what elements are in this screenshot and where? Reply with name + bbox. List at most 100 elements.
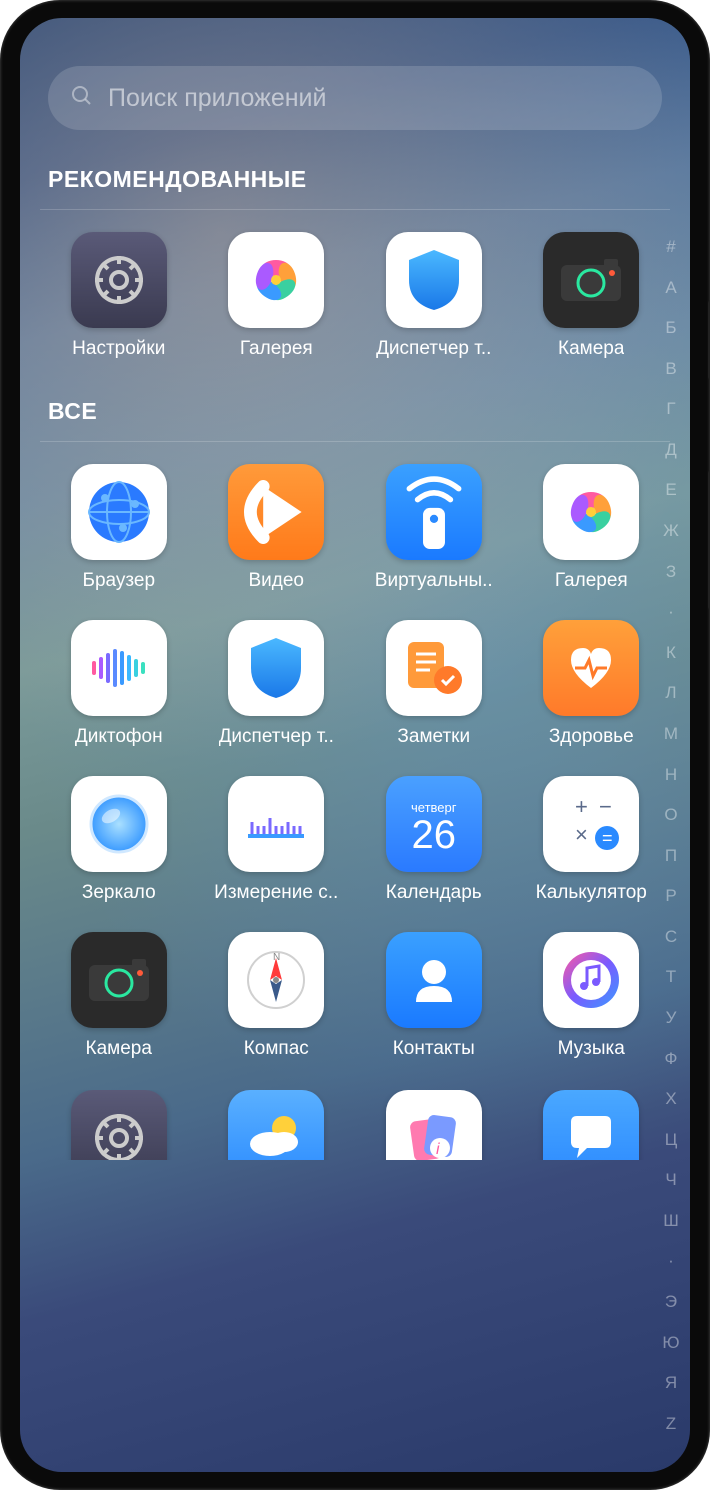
- app-camera[interactable]: Камера: [44, 932, 194, 1060]
- alpha-index-item[interactable]: Р: [665, 887, 676, 904]
- alpha-index-item[interactable]: Ш: [663, 1212, 679, 1229]
- app-ruler[interactable]: Измерение с..: [202, 776, 352, 904]
- app-label: Здоровье: [549, 726, 634, 748]
- app-notes[interactable]: Заметки: [359, 620, 509, 748]
- recorder-icon: [71, 620, 167, 716]
- alpha-index[interactable]: # А Б В Г Д Е Ж З · К Л М Н О П Р С Т У Ф Х Ц Ч Ш · Э Ю Я Z: [656, 238, 686, 1432]
- search-input[interactable]: Поиск приложений: [48, 66, 662, 130]
- alpha-index-item[interactable]: Г: [666, 400, 675, 417]
- shield-icon: [386, 232, 482, 328]
- app-recorder[interactable]: Диктофон: [44, 620, 194, 748]
- alpha-index-item[interactable]: Н: [665, 766, 677, 783]
- app-label: Диспетчер т..: [376, 338, 491, 360]
- alpha-index-item[interactable]: С: [665, 928, 677, 945]
- alpha-index-item[interactable]: ·: [668, 603, 674, 620]
- alpha-index-item[interactable]: Ж: [663, 522, 679, 539]
- health-icon: [543, 620, 639, 716]
- alpha-index-item[interactable]: Б: [665, 319, 676, 336]
- alpha-index-item[interactable]: П: [665, 847, 677, 864]
- ruler-icon: [228, 776, 324, 872]
- section-header-recommended: РЕКОМЕНДОВАННЫЕ: [40, 158, 670, 210]
- alpha-index-item[interactable]: У: [666, 1009, 677, 1026]
- app-remote[interactable]: Виртуальны..: [359, 464, 509, 592]
- settings-icon: [71, 232, 167, 328]
- app-label: Диктофон: [75, 726, 163, 748]
- app-label: Измерение с..: [214, 882, 338, 904]
- svg-text:+: +: [575, 794, 588, 819]
- app-label: Заметки: [397, 726, 470, 748]
- alpha-index-item[interactable]: З: [666, 563, 676, 580]
- mirror-icon: [71, 776, 167, 872]
- app-contacts[interactable]: Контакты: [359, 932, 509, 1060]
- alpha-index-item[interactable]: А: [665, 279, 676, 296]
- alpha-index-item[interactable]: Т: [666, 968, 676, 985]
- app-shield[interactable]: Диспетчер т..: [359, 232, 509, 360]
- app-label: Контакты: [393, 1038, 475, 1060]
- app-label: Зеркало: [82, 882, 156, 904]
- app-settings[interactable]: Настройки: [44, 232, 194, 360]
- alpha-index-item[interactable]: #: [666, 238, 675, 255]
- gallery-icon: [228, 232, 324, 328]
- search-placeholder: Поиск приложений: [108, 84, 326, 113]
- svg-text:=: =: [602, 828, 613, 848]
- alpha-index-item[interactable]: О: [664, 806, 677, 823]
- alpha-index-item[interactable]: Z: [666, 1415, 676, 1432]
- app-shield[interactable]: Диспетчер т..: [202, 620, 352, 748]
- app-health[interactable]: Здоровье: [517, 620, 667, 748]
- recommended-grid: Настройки Галерея Диспетчер т.. Камера: [40, 232, 670, 390]
- alpha-index-item[interactable]: ·: [668, 1252, 674, 1269]
- alpha-index-item[interactable]: Л: [665, 684, 676, 701]
- contacts-icon: [386, 932, 482, 1028]
- app-label: Камера: [86, 1038, 152, 1060]
- alpha-index-item[interactable]: Ф: [665, 1050, 678, 1067]
- remote-icon: [386, 464, 482, 560]
- app-music[interactable]: Музыка: [517, 932, 667, 1060]
- shield-icon: [228, 620, 324, 716]
- alpha-index-item[interactable]: Ю: [662, 1334, 679, 1351]
- app-messages[interactable]: [517, 1090, 667, 1160]
- alpha-index-item[interactable]: Ч: [665, 1171, 676, 1188]
- app-gallery[interactable]: Галерея: [517, 464, 667, 592]
- weather-icon: [228, 1090, 324, 1160]
- alpha-index-item[interactable]: Х: [665, 1090, 676, 1107]
- alpha-index-item[interactable]: Ц: [665, 1131, 678, 1148]
- app-label: Видео: [248, 570, 304, 592]
- app-calendar[interactable]: четверг26 Календарь: [359, 776, 509, 904]
- app-settings[interactable]: [44, 1090, 194, 1160]
- app-calculator[interactable]: +−× = Калькулятор: [517, 776, 667, 904]
- app-label: Диспетчер т..: [219, 726, 334, 748]
- alpha-index-item[interactable]: Э: [665, 1293, 677, 1310]
- app-label: Калькулятор: [536, 882, 647, 904]
- music-icon: [543, 932, 639, 1028]
- app-mirror[interactable]: Зеркало: [44, 776, 194, 904]
- app-label: Календарь: [386, 882, 482, 904]
- app-compass[interactable]: NКомпас: [202, 932, 352, 1060]
- settings-icon: [71, 1090, 167, 1160]
- calendar-icon: четверг26: [386, 776, 482, 872]
- app-camera[interactable]: Камера: [517, 232, 667, 360]
- app-video[interactable]: Видео: [202, 464, 352, 592]
- all-apps-grid: Браузер Видео Виртуальны..Галерея Диктофон Д…: [40, 464, 670, 1090]
- svg-text:i: i: [436, 1141, 440, 1158]
- svg-text:×: ×: [575, 822, 588, 847]
- camera-icon: [71, 932, 167, 1028]
- app-gallery[interactable]: Галерея: [202, 232, 352, 360]
- alpha-index-item[interactable]: Е: [665, 481, 676, 498]
- app-label: Галерея: [240, 338, 313, 360]
- app-browser[interactable]: Браузер: [44, 464, 194, 592]
- camera-icon: [543, 232, 639, 328]
- gallery-icon: [543, 464, 639, 560]
- alpha-index-item[interactable]: М: [664, 725, 678, 742]
- alpha-index-item[interactable]: Д: [665, 441, 677, 458]
- alpha-index-item[interactable]: К: [666, 644, 676, 661]
- alpha-index-item[interactable]: Я: [665, 1374, 677, 1391]
- browser-icon: [71, 464, 167, 560]
- all-apps-grid-partial: i: [40, 1090, 670, 1160]
- app-themes[interactable]: i: [359, 1090, 509, 1160]
- section-header-all: ВСЕ: [40, 390, 670, 442]
- compass-icon: N: [228, 932, 324, 1028]
- alpha-index-item[interactable]: В: [665, 360, 676, 377]
- app-label: Настройки: [72, 338, 165, 360]
- app-weather[interactable]: [202, 1090, 352, 1160]
- svg-text:−: −: [599, 794, 612, 819]
